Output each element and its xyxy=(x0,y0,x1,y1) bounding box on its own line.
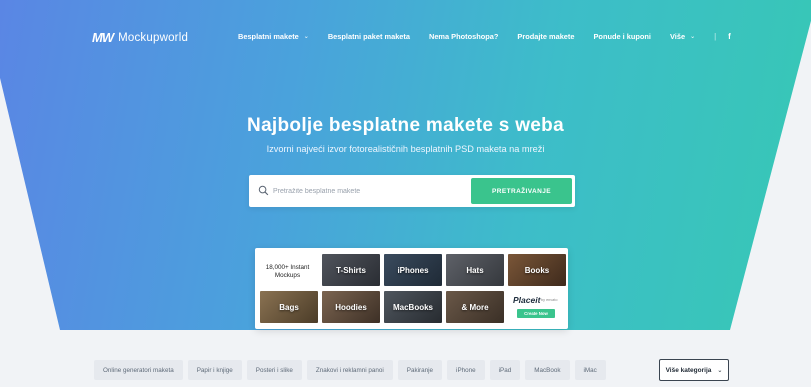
nav-item-label: Ponude i kuponi xyxy=(593,32,651,41)
nav-links: Besplatni makete ⌄ Besplatni paket maket… xyxy=(238,32,731,41)
category-ipad[interactable]: iPad xyxy=(489,360,521,380)
category-posters[interactable]: Posteri i slike xyxy=(246,360,302,380)
nav-item-no-photoshop[interactable]: Nema Photoshopa? xyxy=(429,32,498,41)
search-input[interactable] xyxy=(273,181,463,201)
more-categories-button[interactable]: Više kategorija ⌄ xyxy=(659,359,729,381)
tile-tshirts[interactable]: T-Shirts xyxy=(322,254,380,286)
logo-mark: MW xyxy=(92,30,114,45)
promo-intro-line1: 18,000+ Instant xyxy=(265,264,310,271)
tile-iphones[interactable]: iPhones xyxy=(384,254,442,286)
category-online-generators[interactable]: Online generatori maketa xyxy=(94,360,183,380)
nav-item-free-mockup-pack[interactable]: Besplatni paket maketa xyxy=(328,32,410,41)
top-navigation: MW Mockupworld Besplatni makete ⌄ Bespla… xyxy=(0,0,811,70)
create-now-button[interactable]: Create Now xyxy=(517,309,555,318)
search-bar: PRETRAŽIVANJE xyxy=(249,175,575,207)
search-button[interactable]: PRETRAŽIVANJE xyxy=(471,178,572,204)
nav-item-label: Više xyxy=(669,32,686,41)
hero-subtitle: Izvorni najveći izvor fotorealističnih b… xyxy=(266,144,545,154)
category-paper-books[interactable]: Papir i knjige xyxy=(187,360,242,380)
nav-item-label: Besplatni makete xyxy=(238,32,299,41)
facebook-icon[interactable]: f xyxy=(728,32,731,41)
chevron-down-icon: ⌄ xyxy=(690,34,696,40)
tile-more[interactable]: & More xyxy=(446,291,504,323)
tile-bags[interactable]: Bags xyxy=(260,291,318,323)
promo-intro: 18,000+ Instant Mockups xyxy=(260,255,315,287)
nav-item-sell-mockups[interactable]: Prodajte makete xyxy=(517,32,574,41)
category-signs[interactable]: Znakovi i reklamni panoi xyxy=(306,360,393,380)
search-icon xyxy=(258,185,269,196)
tile-label: Hats xyxy=(466,265,484,275)
hero-title: Najbolje besplatne makete s weba xyxy=(247,115,564,136)
promo-intro-line2: Mockups xyxy=(274,272,301,280)
placeit-logo: Placeit xyxy=(513,295,541,305)
placeit-brand[interactable]: Placeit by envato Create Now xyxy=(508,291,566,323)
nav-separator: | xyxy=(714,32,717,41)
nav-item-deals-coupons[interactable]: Ponude i kuponi xyxy=(594,32,651,41)
nav-item-free-mockups[interactable]: Besplatni makete ⌄ xyxy=(238,32,309,41)
tile-hats[interactable]: Hats xyxy=(446,254,504,286)
tile-label: Bags xyxy=(279,302,299,312)
logo-text: Mockupworld xyxy=(118,31,189,44)
tile-label: Hoodies xyxy=(335,302,367,312)
tile-macbooks[interactable]: MacBooks xyxy=(384,291,442,323)
site-logo[interactable]: MW Mockupworld xyxy=(92,30,188,45)
tile-label: Books xyxy=(524,265,550,275)
chevron-down-icon: ⌄ xyxy=(717,367,723,374)
tile-books[interactable]: Books xyxy=(508,254,566,286)
nav-item-label: Besplatni paket maketa xyxy=(327,32,410,41)
tile-label: MacBooks xyxy=(392,302,433,312)
tile-hoodies[interactable]: Hoodies xyxy=(322,291,380,323)
category-macbook[interactable]: MacBook xyxy=(525,360,570,380)
placeit-promo-card[interactable]: 18,000+ Instant Mockups T-Shirts iPhones… xyxy=(255,248,568,329)
chevron-down-icon: ⌄ xyxy=(303,34,309,40)
category-bar: Online generatori maketa Papir i knjige … xyxy=(94,360,611,380)
category-imac[interactable]: iMac xyxy=(574,360,606,380)
nav-item-label: Prodajte makete xyxy=(517,32,575,41)
tile-label: iPhones xyxy=(397,265,429,275)
tile-label: T-Shirts xyxy=(336,265,366,275)
placeit-by-envato: by envato xyxy=(541,298,558,302)
category-iphone[interactable]: iPhone xyxy=(447,360,485,380)
nav-item-label: Nema Photoshopa? xyxy=(428,32,499,41)
more-categories-label: Više kategorija xyxy=(665,366,712,374)
category-packaging[interactable]: Pakiranje xyxy=(397,360,443,380)
nav-item-more[interactable]: Više ⌄ xyxy=(670,32,695,41)
tile-label: & More xyxy=(461,302,489,312)
